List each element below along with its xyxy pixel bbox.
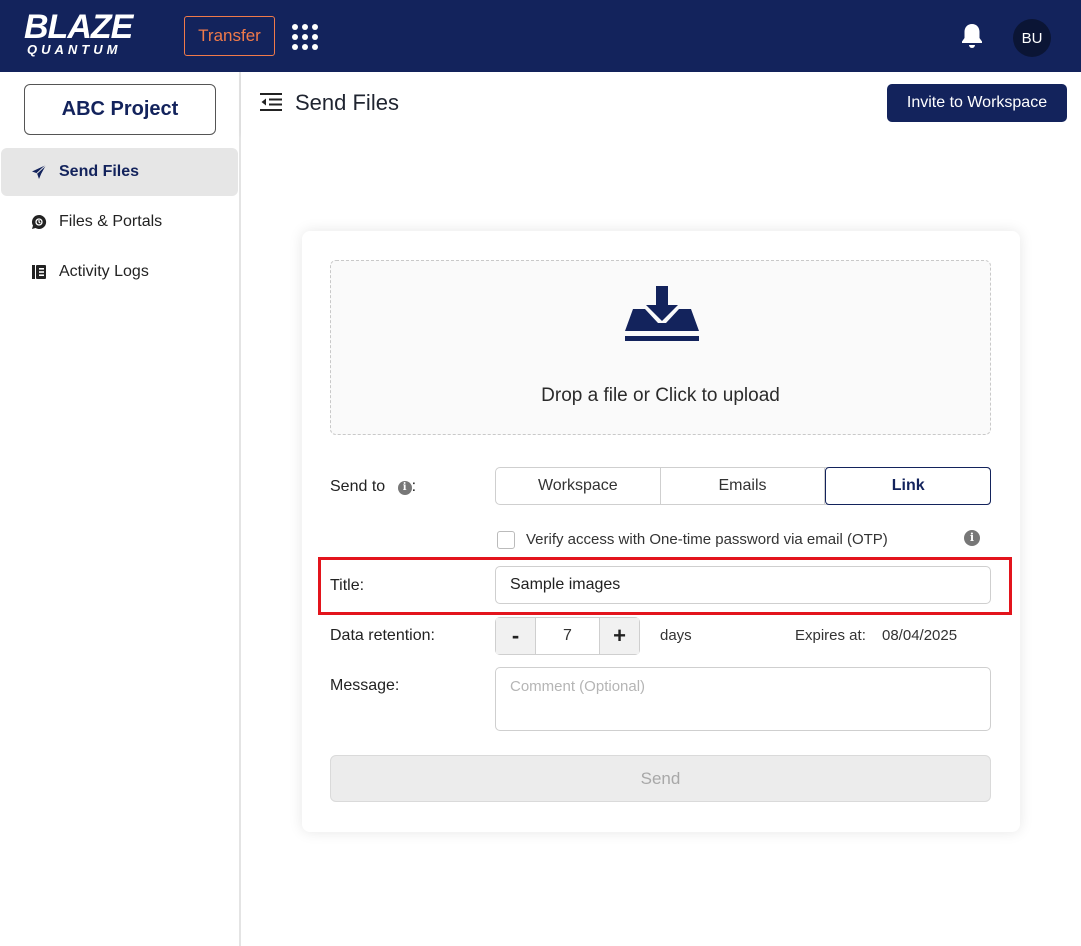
otp-label: Verify access with One-time password via…: [526, 531, 888, 548]
brand-logo[interactable]: BLAZE QUANTUM: [24, 10, 164, 60]
retention-unit: days: [660, 627, 692, 644]
data-retention-label: Data retention:: [330, 627, 435, 644]
decrement-button[interactable]: -: [496, 618, 535, 654]
send-button[interactable]: Send: [330, 755, 991, 802]
bell-icon[interactable]: [959, 22, 985, 50]
sidebar-item-label: Activity Logs: [59, 263, 149, 280]
retention-value[interactable]: 7: [535, 618, 600, 654]
dropzone-text: Drop a file or Click to upload: [541, 385, 780, 406]
send-to-option-link[interactable]: Link: [825, 467, 992, 505]
page-title: Send Files: [295, 90, 399, 115]
increment-button[interactable]: +: [600, 618, 639, 654]
collapse-menu-icon[interactable]: [260, 92, 282, 112]
message-textarea[interactable]: Comment (Optional): [495, 667, 991, 731]
expires-value: 08/04/2025: [882, 627, 958, 644]
retention-stepper: - 7 +: [495, 617, 640, 655]
sidebar-item-files-portals[interactable]: Files & Portals: [1, 198, 238, 246]
info-icon[interactable]: i: [397, 481, 412, 495]
send-to-option-emails[interactable]: Emails: [661, 468, 826, 504]
log-book-icon: [31, 264, 47, 280]
avatar[interactable]: BU: [1013, 19, 1051, 57]
expires-label: Expires at:: [795, 627, 866, 644]
otp-checkbox[interactable]: [497, 531, 515, 549]
download-tray-icon: [625, 285, 699, 349]
transfer-button[interactable]: Transfer: [184, 16, 275, 56]
send-files-card: Drop a file or Click to upload Send to i…: [302, 231, 1020, 832]
paper-plane-icon: [31, 164, 47, 180]
sidebar-item-activity-logs[interactable]: Activity Logs: [1, 248, 238, 296]
title-highlight-box: [318, 557, 1012, 615]
project-selector-button[interactable]: ABC Project: [24, 84, 216, 135]
sidebar-item-label: Send Files: [59, 163, 140, 180]
send-to-label-row: Send to i:: [330, 478, 416, 496]
page-header: Send Files Invite to Workspace: [241, 72, 1081, 134]
otp-info-icon[interactable]: i: [964, 530, 980, 546]
file-dropzone[interactable]: Drop a file or Click to upload: [330, 260, 991, 435]
sidebar-item-send-files[interactable]: Send Files: [1, 148, 238, 196]
grid-icon[interactable]: [292, 24, 318, 50]
top-bar: BLAZE QUANTUM Transfer BU: [0, 0, 1081, 72]
send-to-label: Send to: [330, 478, 386, 495]
send-to-option-workspace[interactable]: Workspace: [496, 468, 661, 504]
message-label: Message:: [330, 677, 400, 694]
chat-bubble-icon: [31, 214, 47, 230]
send-to-colon: :: [411, 478, 417, 495]
logo-main-text: BLAZE: [24, 8, 133, 46]
sidebar-item-label: Files & Portals: [59, 213, 163, 230]
send-to-selector: Workspace Emails Link: [495, 467, 992, 505]
sidebar: ABC Project Send Files Files & Portals A…: [0, 72, 241, 946]
logo-sub-text: QUANTUM: [27, 42, 122, 57]
invite-to-workspace-button[interactable]: Invite to Workspace: [887, 84, 1067, 122]
